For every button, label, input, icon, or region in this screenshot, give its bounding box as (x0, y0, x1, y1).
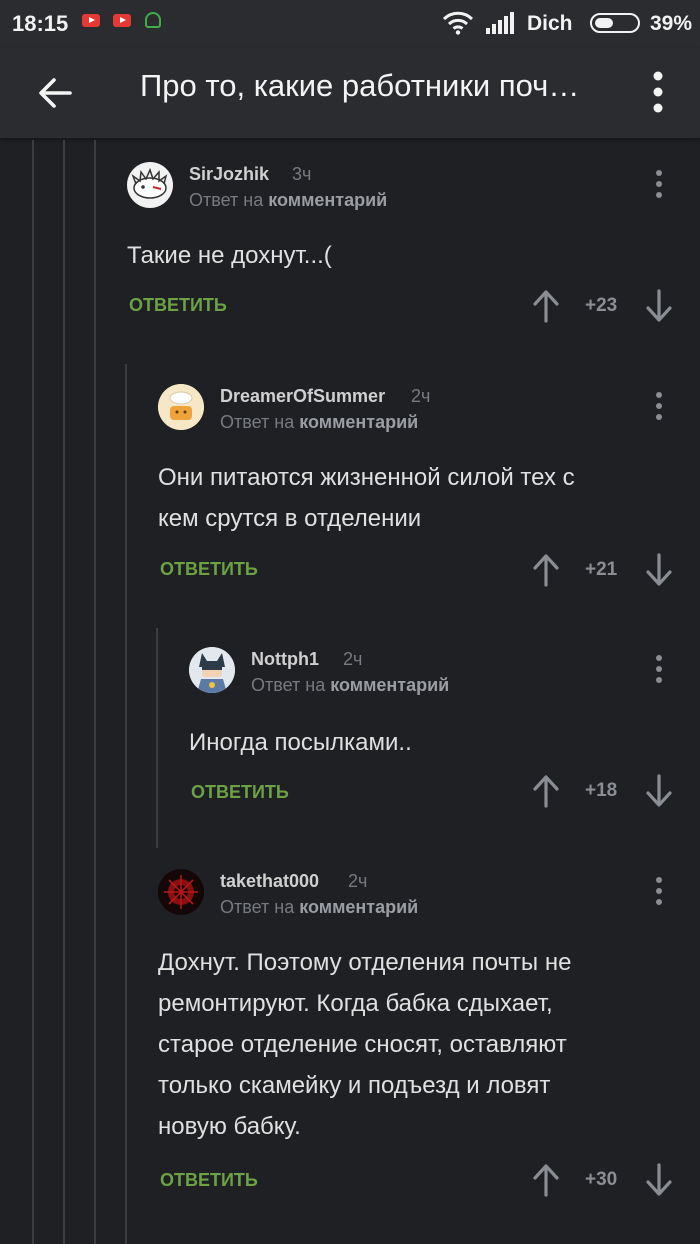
reply-info: Ответ на комментарий (189, 190, 388, 210)
battery-icon (590, 13, 640, 33)
app-header: Про то, какие работники поч… (0, 48, 700, 138)
reply-info: Ответ на комментарий (251, 675, 450, 695)
signal-icon (486, 12, 514, 34)
status-time: 18:15 (12, 11, 69, 36)
downvote-arrow-icon[interactable] (644, 773, 674, 809)
username[interactable]: SirJozhik (189, 164, 269, 185)
score: +30 (585, 1169, 618, 1190)
comment-time: 2ч (348, 871, 368, 891)
comment-text: Они питаются жизненной силой тех с кем с… (158, 464, 575, 532)
status-bar: 18:15 Dich 39% (0, 0, 700, 48)
comment-time: 2ч (343, 649, 363, 669)
upvote-arrow-icon[interactable] (531, 288, 561, 324)
reply-target-link[interactable]: комментарий (268, 190, 387, 210)
thread-line (94, 140, 96, 1244)
username[interactable]: Nottph1 (251, 649, 319, 670)
score: +21 (585, 559, 618, 580)
avatar[interactable] (158, 869, 204, 915)
avatar[interactable] (158, 384, 204, 430)
comment-menu-icon[interactable] (649, 655, 669, 687)
upvote-arrow-icon[interactable] (531, 773, 561, 809)
comment-text: Дохнут. Поэтому отделения почты не ремон… (158, 949, 572, 1140)
thread-line (156, 628, 158, 848)
avatar[interactable] (127, 162, 173, 208)
back-arrow-icon[interactable] (28, 65, 84, 121)
page-title: Про то, какие работники поч… (140, 68, 580, 103)
thread-line (125, 364, 127, 1244)
comment: DreamerOfSummer 2ч Ответ на комментарий … (158, 384, 688, 594)
battery-percent: 39% (650, 12, 693, 35)
comment-menu-icon[interactable] (649, 877, 669, 909)
comment-text: Иногда посылками.. (189, 729, 412, 756)
reply-info: Ответ на комментарий (220, 897, 419, 917)
reply-button[interactable]: ОТВЕТИТЬ (129, 295, 227, 316)
downvote-arrow-icon[interactable] (644, 288, 674, 324)
comment-time: 3ч (292, 164, 312, 184)
username[interactable]: DreamerOfSummer (220, 386, 385, 407)
comment-time: 2ч (411, 386, 431, 406)
thread-line (32, 140, 34, 1244)
reply-info: Ответ на комментарий (220, 412, 419, 432)
downvote-arrow-icon[interactable] (644, 1162, 674, 1198)
upvote-arrow-icon[interactable] (531, 552, 561, 588)
wifi-icon (442, 11, 474, 35)
reply-target-link[interactable]: комментарий (299, 412, 418, 432)
upvote-arrow-icon[interactable] (531, 1162, 561, 1198)
android-icon (145, 12, 161, 28)
username[interactable]: takethat000 (220, 871, 319, 892)
reply-target-link[interactable]: комментарий (330, 675, 449, 695)
comment-text: Такие не дохнут...( (127, 242, 332, 269)
reply-button[interactable]: ОТВЕТИТЬ (160, 559, 258, 580)
downvote-arrow-icon[interactable] (644, 552, 674, 588)
reply-button[interactable]: ОТВЕТИТЬ (191, 782, 289, 803)
youtube-icon (82, 14, 100, 27)
carrier-name: Dich (527, 12, 573, 35)
comment-menu-icon[interactable] (649, 392, 669, 424)
comment: SirJozhik 3ч Ответ на комментарий Такие … (127, 162, 687, 324)
reply-target-link[interactable]: комментарий (299, 897, 418, 917)
avatar[interactable] (189, 647, 235, 693)
more-options-icon[interactable] (640, 64, 676, 120)
reply-button[interactable]: ОТВЕТИТЬ (160, 1170, 258, 1191)
comment: takethat000 2ч Ответ на комментарий Дохн… (158, 869, 688, 1209)
youtube-icon (113, 14, 131, 27)
comment-menu-icon[interactable] (649, 170, 669, 202)
thread-line (63, 140, 65, 1244)
score: +18 (585, 780, 618, 801)
comment: Nottph1 2ч Ответ на комментарий Иногда п… (189, 647, 689, 817)
score: +23 (585, 295, 618, 316)
